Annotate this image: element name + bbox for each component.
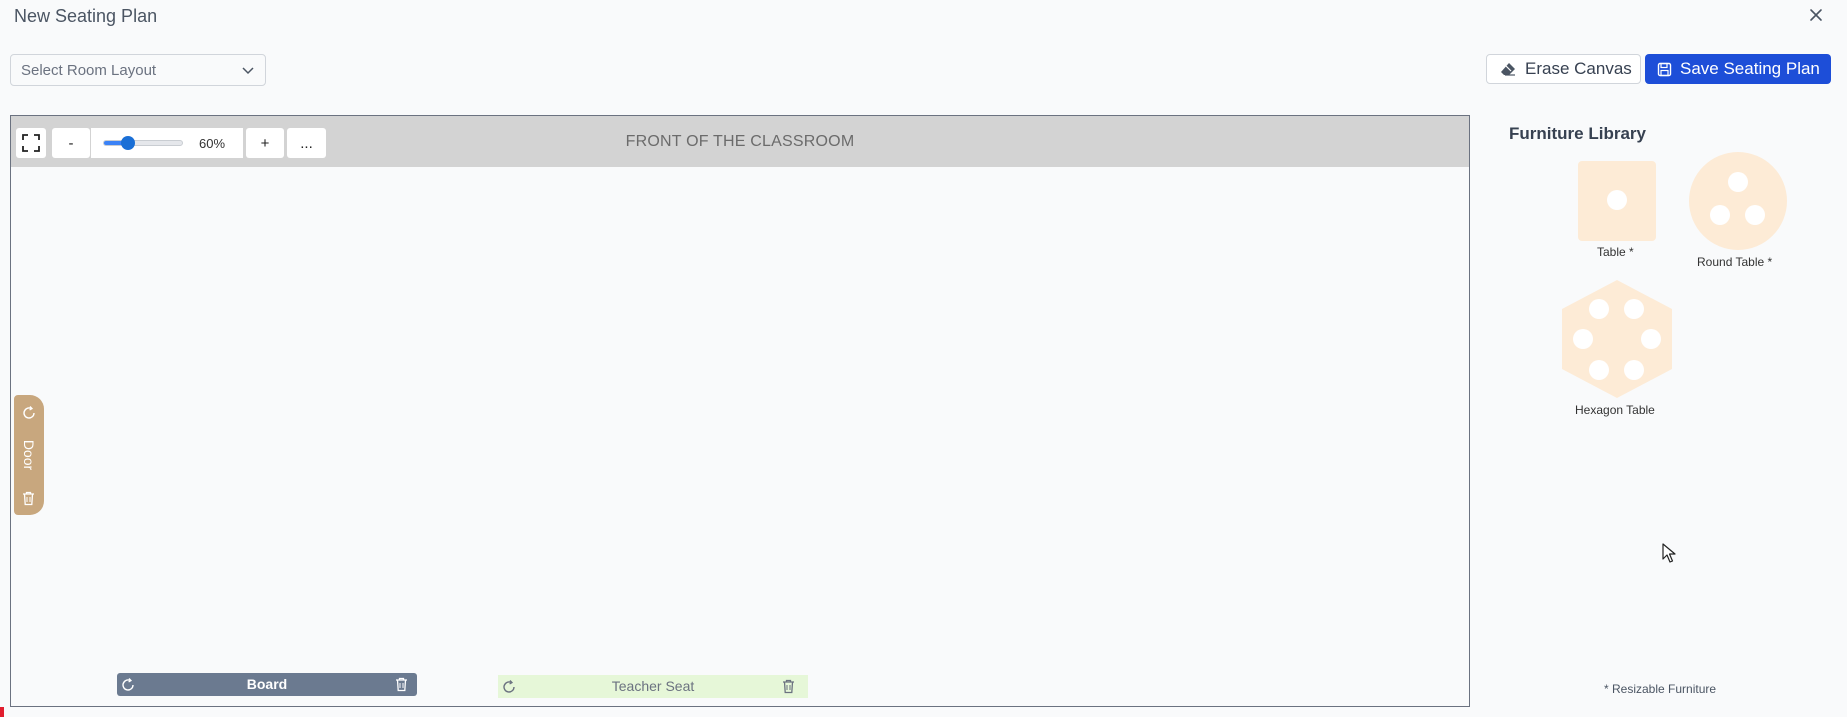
board-object[interactable]: Board	[117, 673, 417, 696]
trash-icon	[396, 677, 407, 692]
seating-canvas[interactable]: FRONT OF THE CLASSROOM - 60% + ... Door …	[10, 115, 1470, 707]
room-layout-select[interactable]: Select Room Layout	[10, 54, 266, 86]
teacher-seat-label: Teacher Seat	[611, 678, 695, 694]
library-item-table[interactable]	[1577, 160, 1657, 247]
zoom-slider-thumb[interactable]	[121, 136, 135, 150]
erase-canvas-label: Erase Canvas	[1525, 59, 1632, 78]
board-delete-button[interactable]	[393, 676, 410, 693]
close-button[interactable]	[1805, 4, 1827, 26]
zoom-slider[interactable]	[103, 136, 183, 150]
board-rotate-button[interactable]	[119, 676, 136, 693]
resizable-furniture-note: * Resizable Furniture	[1604, 682, 1717, 696]
door-object[interactable]: Door	[14, 395, 44, 515]
save-icon	[1657, 62, 1672, 76]
hexagon-table-icon	[1562, 280, 1672, 398]
round-table-icon	[1689, 152, 1787, 250]
fullscreen-icon	[22, 134, 40, 152]
mouse-cursor-icon	[1662, 543, 1676, 563]
teacher-seat-object[interactable]: Teacher Seat	[498, 675, 808, 698]
zoom-value: 60%	[199, 135, 226, 151]
library-item-round-table[interactable]	[1688, 151, 1788, 256]
teacher-seat-delete-button[interactable]	[780, 678, 797, 695]
rotate-icon	[121, 677, 134, 691]
zoom-out-button[interactable]: -	[52, 128, 90, 158]
square-table-icon	[1578, 161, 1656, 241]
fullscreen-button[interactable]	[16, 128, 46, 158]
room-layout-placeholder: Select Room Layout	[21, 61, 157, 79]
furniture-library-title: Furniture Library	[1509, 124, 1646, 143]
board-label: Board	[246, 676, 288, 692]
save-seating-plan-button[interactable]: Save Seating Plan	[1645, 54, 1831, 84]
chevron-down-icon	[242, 67, 254, 75]
save-seating-plan-label: Save Seating Plan	[1680, 59, 1820, 78]
trash-icon[interactable]	[22, 491, 35, 506]
rotate-icon[interactable]	[21, 405, 37, 421]
zoom-control: 60%	[91, 128, 243, 158]
door-label: Door	[21, 439, 38, 471]
library-item-table-label: Table *	[1597, 245, 1634, 259]
zoom-in-button[interactable]: +	[246, 128, 284, 158]
erase-canvas-button[interactable]: Erase Canvas	[1486, 54, 1641, 84]
trash-icon	[783, 679, 794, 694]
teacher-seat-rotate-button[interactable]	[500, 678, 517, 695]
library-item-hexagon-table[interactable]	[1561, 279, 1673, 404]
rotate-icon	[502, 679, 515, 693]
library-item-round-table-label: Round Table *	[1697, 255, 1773, 269]
close-icon	[1810, 9, 1822, 21]
more-options-button[interactable]: ...	[287, 128, 326, 158]
library-item-hexagon-table-label: Hexagon Table	[1575, 403, 1655, 417]
red-marker	[0, 707, 4, 717]
eraser-icon	[1501, 63, 1515, 76]
page-title: New Seating Plan	[14, 6, 158, 26]
